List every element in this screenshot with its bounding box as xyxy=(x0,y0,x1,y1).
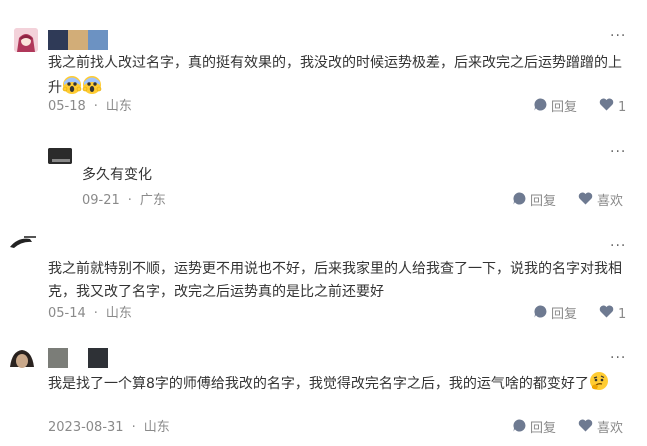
comment-actions: 回复 1 xyxy=(534,305,626,324)
avatar-image xyxy=(48,148,72,164)
avatar-image xyxy=(8,347,38,371)
comment-actions: 回复 喜欢 xyxy=(513,192,623,211)
comment-date: 05-18 xyxy=(48,99,86,114)
comment-item: ··· 我是找了一个算8字的师傅给我改的名字，我觉得改完名字之后，我的运气啥的都… xyxy=(0,325,647,446)
like-count: 1 xyxy=(618,99,627,115)
heart-icon xyxy=(578,192,593,211)
heart-icon xyxy=(599,98,614,117)
like-button[interactable]: 喜欢 xyxy=(578,419,623,438)
username[interactable] xyxy=(48,348,108,368)
like-label: 喜欢 xyxy=(597,420,624,436)
heart-icon xyxy=(599,305,614,324)
comment-text-content: 多久有变化 xyxy=(82,167,152,183)
reply-button[interactable]: 回复 xyxy=(534,305,577,324)
like-button[interactable]: 1 xyxy=(599,98,626,117)
comment-date: 09-21 xyxy=(82,193,120,208)
comment-meta: 09-21 · 广东 xyxy=(82,192,166,210)
comment-date: 2023-08-31 xyxy=(48,420,124,435)
more-options-icon[interactable]: ··· xyxy=(610,29,626,43)
meta-separator: · xyxy=(127,193,132,208)
comment-text: 我之前找人改过名字，真的挺有效果的，我没改的时候运势极差，后来改完之后运势蹭蹭的… xyxy=(48,52,628,103)
avatar[interactable] xyxy=(8,347,38,371)
avatar[interactable] xyxy=(8,233,38,249)
reply-item: ··· 多久有变化 09-21 · 广东 回复 喜欢 xyxy=(0,125,647,215)
more-options-icon[interactable]: ··· xyxy=(610,145,626,159)
comment-text-content: 我是找了一个算8字的师傅给我改的名字，我觉得改完名字之后，我的运气啥的都变好了 xyxy=(48,376,589,392)
comment-meta: 2023-08-31 · 山东 xyxy=(48,419,170,437)
comment-location: 山东 xyxy=(143,420,170,435)
reply-bubble-icon xyxy=(513,192,526,211)
comment-actions: 回复 1 xyxy=(534,98,626,117)
like-count: 1 xyxy=(618,306,627,322)
comment-text: 多久有变化 xyxy=(82,164,622,187)
more-options-icon[interactable]: ··· xyxy=(610,351,626,365)
meta-separator: · xyxy=(93,99,98,114)
like-button[interactable]: 喜欢 xyxy=(578,192,623,211)
meta-separator: · xyxy=(131,420,136,435)
username[interactable] xyxy=(48,30,108,50)
comment-text: 我之前就特别不顺，运势更不用说也不好，后来我家里的人给我查了一下，说我的名字对我… xyxy=(48,258,632,304)
comment-text-content: 我之前找人改过名字，真的挺有效果的，我没改的时候运势极差，后来改完之后运势蹭蹭的… xyxy=(48,55,622,96)
comment-text: 我是找了一个算8字的师傅给我改的名字，我觉得改完名字之后，我的运气啥的都变好了 xyxy=(48,371,628,399)
comment-item: ··· 我之前就特别不顺，运势更不用说也不好，后来我家里的人给我查了一下，说我的… xyxy=(0,215,647,325)
heart-icon xyxy=(578,419,593,438)
reply-bubble-icon xyxy=(513,419,526,438)
comment-location: 山东 xyxy=(105,306,132,321)
avatar[interactable] xyxy=(48,148,72,164)
comment-actions: 回复 喜欢 xyxy=(513,419,623,438)
reply-button[interactable]: 回复 xyxy=(534,98,577,117)
comment-location: 广东 xyxy=(139,193,166,208)
reply-bubble-icon xyxy=(534,98,547,117)
reply-button[interactable]: 回复 xyxy=(513,419,556,438)
like-label: 喜欢 xyxy=(597,193,624,209)
like-button[interactable]: 1 xyxy=(599,305,626,324)
thinking-emoji-icon xyxy=(589,371,609,399)
reply-label: 回复 xyxy=(530,193,557,209)
reply-label: 回复 xyxy=(530,420,557,436)
comment-meta: 05-18 · 山东 xyxy=(48,98,132,116)
comment-date: 05-14 xyxy=(48,306,86,321)
more-options-icon[interactable]: ··· xyxy=(610,239,626,253)
comment-item: ··· 我之前找人改过名字，真的挺有效果的，我没改的时候运势极差，后来改完之后运… xyxy=(0,0,647,125)
reply-label: 回复 xyxy=(551,99,578,115)
reply-button[interactable]: 回复 xyxy=(513,192,556,211)
comment-location: 山东 xyxy=(105,99,132,114)
comment-text-content: 我之前就特别不顺，运势更不用说也不好，后来我家里的人给我查了一下，说我的名字对我… xyxy=(48,261,622,300)
avatar[interactable] xyxy=(14,28,38,52)
reply-bubble-icon xyxy=(534,305,547,324)
meta-separator: · xyxy=(93,306,98,321)
avatar-image xyxy=(8,233,38,249)
avatar-image xyxy=(14,28,38,52)
comment-meta: 05-14 · 山东 xyxy=(48,305,132,323)
reply-label: 回复 xyxy=(551,306,578,322)
